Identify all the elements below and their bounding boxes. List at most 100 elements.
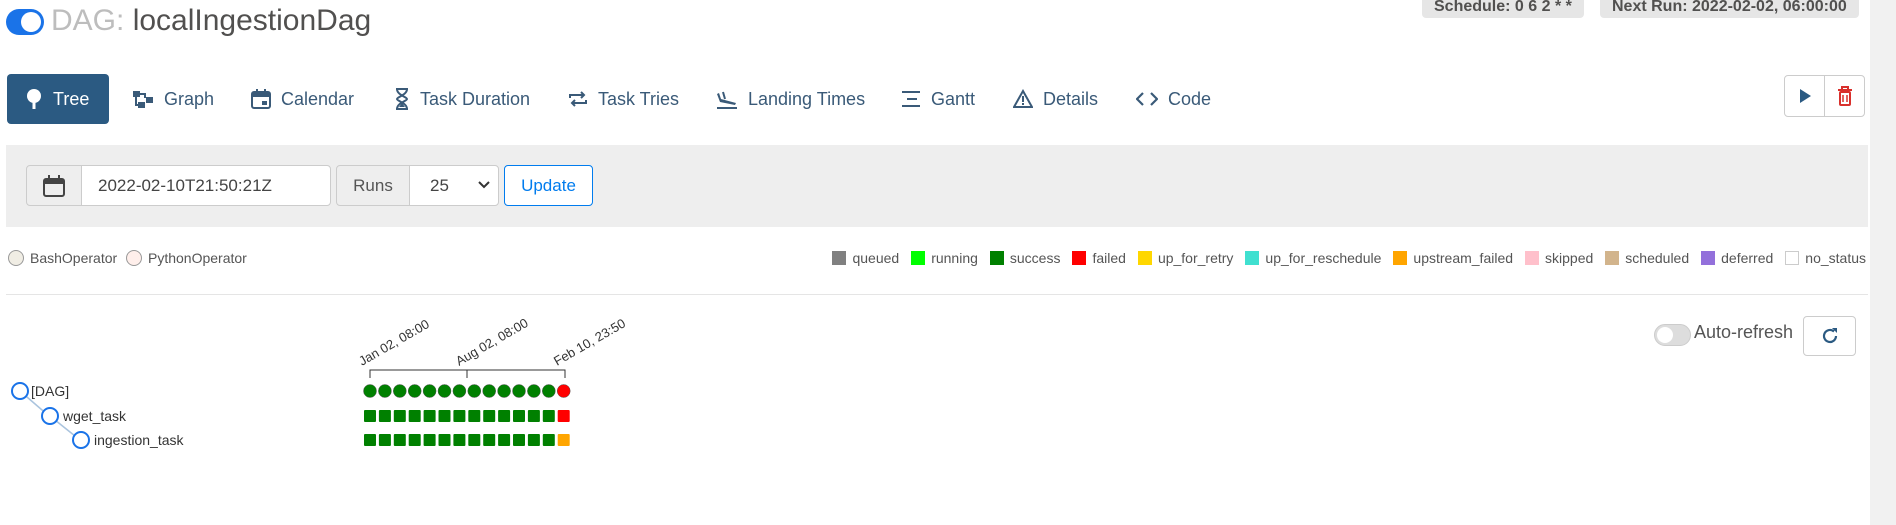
dag-run-success[interactable] bbox=[422, 384, 437, 398]
trash-icon bbox=[1837, 86, 1852, 106]
legend-label: up_for_reschedule bbox=[1265, 250, 1382, 266]
task-instance-success[interactable] bbox=[453, 410, 466, 422]
dag-run-success[interactable] bbox=[527, 384, 541, 398]
task-instance-success[interactable] bbox=[527, 434, 540, 446]
dag-run-success[interactable] bbox=[393, 384, 407, 398]
legend-swatch bbox=[911, 251, 926, 265]
task-instance-success[interactable] bbox=[513, 410, 525, 422]
dag-run-success[interactable] bbox=[378, 384, 392, 398]
tab-details[interactable]: Details bbox=[1013, 74, 1098, 124]
num-runs-value: 25 bbox=[430, 176, 449, 195]
state-legend: queued running success failed up_for_retry up… bbox=[820, 250, 1866, 266]
operator-python: PythonOperator bbox=[126, 250, 247, 266]
legend-item-running[interactable]: running bbox=[911, 250, 978, 266]
task-instance-success[interactable] bbox=[468, 410, 481, 422]
legend-item-failed[interactable]: failed bbox=[1072, 250, 1126, 266]
tree-node-dag[interactable] bbox=[11, 382, 29, 400]
task-instance-success[interactable] bbox=[483, 434, 496, 446]
trigger-dag-button[interactable] bbox=[1784, 75, 1825, 117]
tree-node-ingestion_task[interactable] bbox=[72, 431, 90, 449]
scrollbar[interactable] bbox=[1870, 0, 1896, 525]
task-instance-success[interactable] bbox=[498, 434, 511, 446]
dag-run-success[interactable] bbox=[542, 384, 556, 398]
task-instance-upstream_failed[interactable] bbox=[557, 434, 570, 446]
task-instance-success[interactable] bbox=[408, 434, 421, 446]
dag-run-success[interactable] bbox=[497, 384, 511, 398]
legend-swatch bbox=[1785, 251, 1800, 265]
tree-node-wget_task[interactable] bbox=[41, 407, 59, 425]
legend-item-success[interactable]: success bbox=[989, 250, 1060, 266]
legend-swatch bbox=[1137, 251, 1152, 265]
legend-label: scheduled bbox=[1625, 250, 1690, 266]
date-picker-button[interactable] bbox=[26, 165, 82, 206]
tab-landing-times[interactable]: Landing Times bbox=[716, 74, 865, 124]
base-date-input[interactable]: 2022-02-10T21:50:21Z bbox=[81, 165, 331, 206]
dag-title-prefix: DAG: bbox=[51, 4, 125, 37]
dag-run-failed[interactable] bbox=[556, 384, 571, 398]
tab-label: Landing Times bbox=[748, 88, 866, 109]
dag-run-success[interactable] bbox=[467, 384, 482, 398]
dag-run-success[interactable] bbox=[452, 384, 467, 398]
update-button[interactable]: Update bbox=[504, 165, 593, 206]
task-instance-success[interactable] bbox=[438, 434, 451, 446]
legend-swatch bbox=[1701, 251, 1716, 265]
tree-node-label: ingestion_task bbox=[94, 432, 185, 448]
tab-calendar[interactable]: Calendar bbox=[251, 74, 354, 124]
operator-label: PythonOperator bbox=[148, 250, 247, 266]
dag-run-success[interactable] bbox=[407, 384, 422, 398]
task-instance-success[interactable] bbox=[423, 434, 436, 446]
tab-gantt[interactable]: Gantt bbox=[901, 74, 975, 124]
schedule-badge: Schedule: 0 6 2 * * bbox=[1422, 0, 1584, 18]
dag-run-success[interactable] bbox=[437, 384, 452, 398]
dag-run-success[interactable] bbox=[482, 384, 496, 398]
legend-item-skipped[interactable]: skipped bbox=[1525, 250, 1593, 266]
repeat-icon bbox=[569, 91, 587, 107]
task-instance-success[interactable] bbox=[468, 434, 481, 446]
task-instance-success[interactable] bbox=[364, 410, 376, 422]
task-instance-success[interactable] bbox=[483, 410, 496, 422]
date-label: Aug 02, 08:00 bbox=[453, 315, 531, 368]
dag-run-success[interactable] bbox=[512, 384, 526, 398]
task-instance-success[interactable] bbox=[513, 434, 525, 446]
task-instance-success[interactable] bbox=[378, 434, 391, 446]
gantt-icon bbox=[902, 91, 920, 107]
dag-name: localIngestionDag bbox=[132, 4, 372, 37]
task-instance-success[interactable] bbox=[364, 434, 376, 446]
num-runs-select[interactable]: 25 bbox=[409, 165, 499, 206]
legend-item-up-for-reschedule[interactable]: up_for_reschedule bbox=[1245, 250, 1381, 266]
task-instance-success[interactable] bbox=[527, 410, 540, 422]
delete-dag-button[interactable] bbox=[1824, 75, 1865, 117]
tab-code[interactable]: Code bbox=[1136, 74, 1211, 124]
task-instance-success[interactable] bbox=[453, 434, 466, 446]
task-instance-success[interactable] bbox=[498, 410, 511, 422]
tab-tree[interactable]: Tree bbox=[7, 74, 109, 124]
tab-label: Gantt bbox=[931, 88, 976, 109]
operator-bash: BashOperator bbox=[8, 250, 117, 266]
legend-item-upstream-failed[interactable]: upstream_failed bbox=[1393, 250, 1513, 266]
code-icon bbox=[1136, 92, 1158, 106]
legend-item-queued[interactable]: queued bbox=[832, 250, 899, 266]
calendar-icon bbox=[251, 89, 271, 109]
tab-graph[interactable]: Graph bbox=[132, 74, 214, 124]
dag-run-success[interactable] bbox=[363, 384, 377, 398]
task-instance-success[interactable] bbox=[378, 410, 391, 422]
legend-item-no-status[interactable]: no_status bbox=[1785, 250, 1866, 266]
task-instance-success[interactable] bbox=[408, 410, 421, 422]
dag-title: DAG: localIngestionDag bbox=[51, 4, 371, 38]
task-instance-success[interactable] bbox=[423, 410, 436, 422]
tab-label: Calendar bbox=[281, 88, 355, 109]
legend-item-scheduled[interactable]: scheduled bbox=[1605, 250, 1689, 266]
legend-item-deferred[interactable]: deferred bbox=[1701, 250, 1773, 266]
task-instance-success[interactable] bbox=[393, 434, 406, 446]
legend-label: skipped bbox=[1545, 250, 1594, 266]
task-instance-success[interactable] bbox=[542, 434, 555, 446]
tab-task-duration[interactable]: Task Duration bbox=[394, 74, 530, 124]
dag-pause-toggle[interactable] bbox=[6, 9, 44, 35]
tab-task-tries[interactable]: Task Tries bbox=[568, 74, 679, 124]
task-instance-success[interactable] bbox=[393, 410, 406, 422]
task-instance-success[interactable] bbox=[542, 410, 555, 422]
tab-label: Task Tries bbox=[598, 88, 680, 109]
task-instance-failed[interactable] bbox=[557, 410, 570, 422]
task-instance-success[interactable] bbox=[438, 410, 451, 422]
legend-item-up-for-retry[interactable]: up_for_retry bbox=[1137, 250, 1233, 266]
